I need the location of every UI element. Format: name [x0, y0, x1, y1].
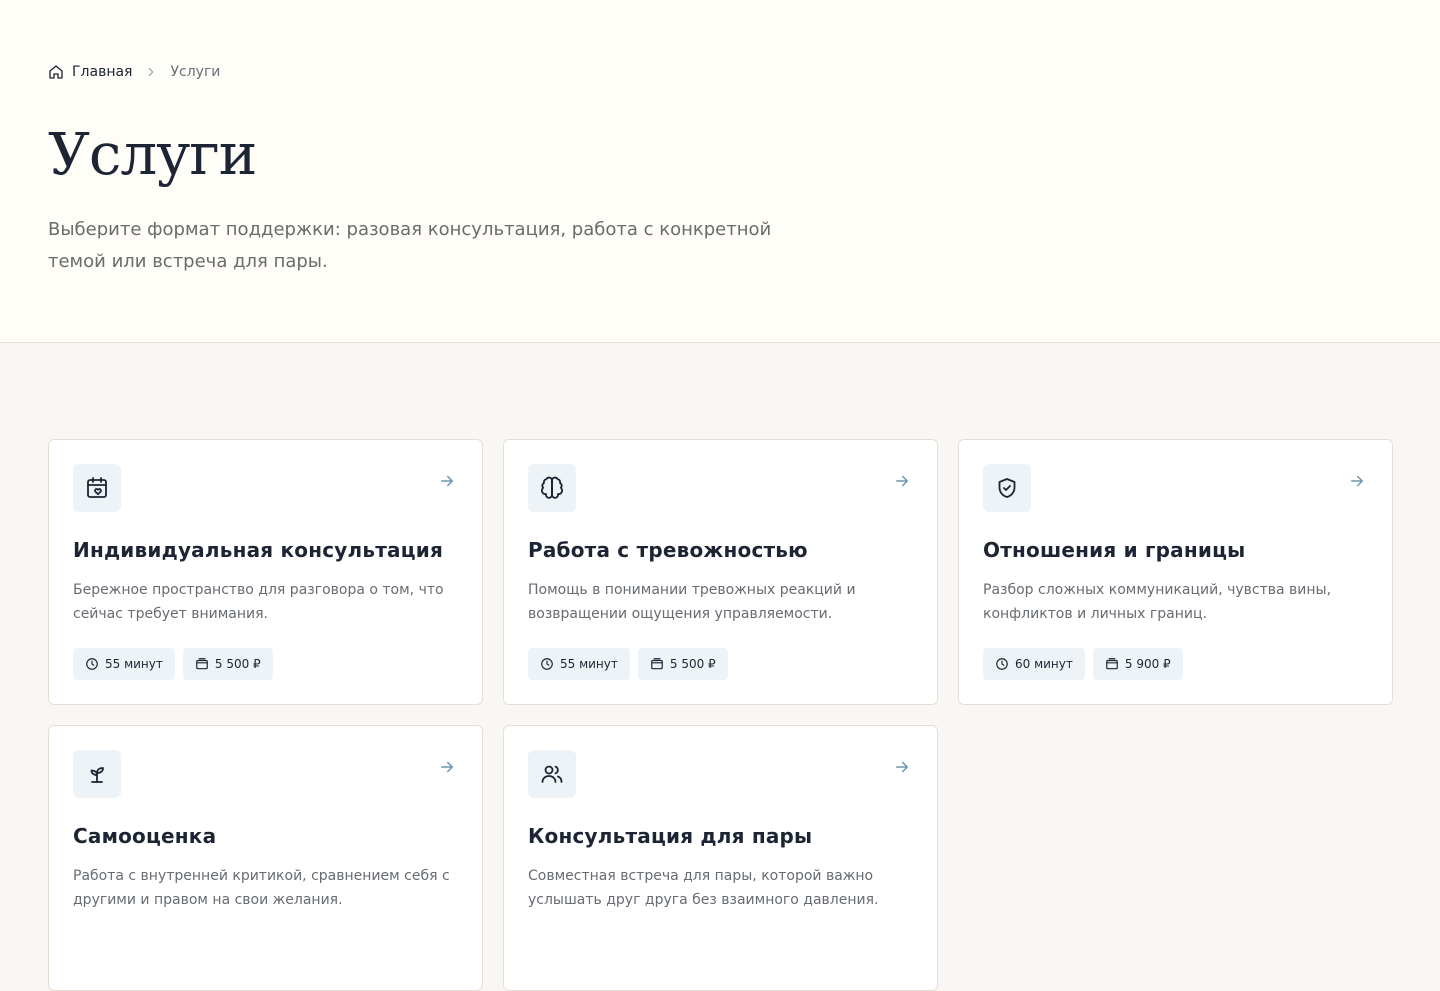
- price-label: 5 500 ₽: [669, 657, 716, 671]
- breadcrumb-current: Услуги: [170, 64, 221, 80]
- arrow-right-icon[interactable]: [438, 472, 456, 490]
- duration-badge: 60 минут: [983, 648, 1085, 680]
- service-description: Совместная встреча для пары, которой важ…: [528, 868, 879, 908]
- duration-label: 55 минут: [560, 657, 618, 671]
- breadcrumb-home-link[interactable]: Главная: [48, 64, 132, 80]
- service-title: Индивидуальная консультация: [73, 538, 443, 562]
- service-card-relationships[interactable]: Отношения и границы Разбор сложных комму…: [958, 439, 1393, 705]
- service-tags: 60 минут 5 900 ₽: [983, 648, 1183, 680]
- brain-icon: [528, 464, 576, 512]
- clock-icon: [541, 658, 553, 670]
- service-tags: 55 минут 5 500 ₽: [73, 648, 273, 680]
- service-description: Разбор сложных коммуникаций, чувства вин…: [983, 582, 1332, 622]
- wallet-icon: [651, 658, 663, 670]
- service-title: Работа с тревожностью: [528, 538, 808, 562]
- chevron-right-icon: [144, 65, 158, 79]
- home-icon: [49, 65, 63, 79]
- sprout-icon: [73, 750, 121, 798]
- wallet-icon: [1106, 658, 1118, 670]
- service-description: Работа с внутренней критикой, сравнением…: [73, 868, 450, 908]
- users-icon: [528, 750, 576, 798]
- wallet-icon: [196, 658, 208, 670]
- clock-icon: [996, 658, 1008, 670]
- service-card-self-esteem[interactable]: Самооценка Работа с внутренней критикой,…: [48, 725, 483, 991]
- price-badge: 5 500 ₽: [637, 648, 728, 680]
- clock-icon: [86, 658, 98, 670]
- service-description: Бережное пространство для разговора о то…: [73, 582, 444, 622]
- service-description: Помощь в понимании тревожных реакций и в…: [528, 582, 856, 622]
- price-badge: 5 500 ₽: [182, 648, 273, 680]
- price-label: 5 900 ₽: [1124, 657, 1171, 671]
- page-header: Главная Услуги Услуги Выберите формат по…: [0, 0, 1440, 343]
- breadcrumb: Главная Услуги: [48, 64, 220, 80]
- shield-check-icon: [983, 464, 1031, 512]
- duration-label: 55 минут: [105, 657, 163, 671]
- price-label: 5 500 ₽: [214, 657, 261, 671]
- duration-badge: 55 минут: [528, 648, 630, 680]
- duration-badge: 55 минут: [73, 648, 175, 680]
- page-subtitle: Выберите формат поддержки: разовая консу…: [48, 219, 772, 272]
- service-card-anxiety[interactable]: Работа с тревожностью Помощь в понимании…: [503, 439, 938, 705]
- calendar-heart-icon: [73, 464, 121, 512]
- arrow-right-icon[interactable]: [1348, 472, 1366, 490]
- service-card-individual[interactable]: Индивидуальная консультация Бережное про…: [48, 439, 483, 705]
- price-badge: 5 900 ₽: [1092, 648, 1183, 680]
- arrow-right-icon[interactable]: [893, 758, 911, 776]
- service-title: Консультация для пары: [528, 824, 813, 848]
- duration-label: 60 минут: [1015, 657, 1073, 671]
- services-grid: Индивидуальная консультация Бережное про…: [48, 439, 1393, 991]
- service-tags: 55 минут 5 500 ₽: [528, 648, 728, 680]
- page-title: Услуги: [48, 120, 257, 188]
- arrow-right-icon[interactable]: [438, 758, 456, 776]
- arrow-right-icon[interactable]: [893, 472, 911, 490]
- service-card-couple[interactable]: Консультация для пары Совместная встреча…: [503, 725, 938, 991]
- breadcrumb-home-label: Главная: [72, 64, 133, 80]
- service-title: Самооценка: [73, 824, 217, 848]
- service-title: Отношения и границы: [983, 538, 1246, 562]
